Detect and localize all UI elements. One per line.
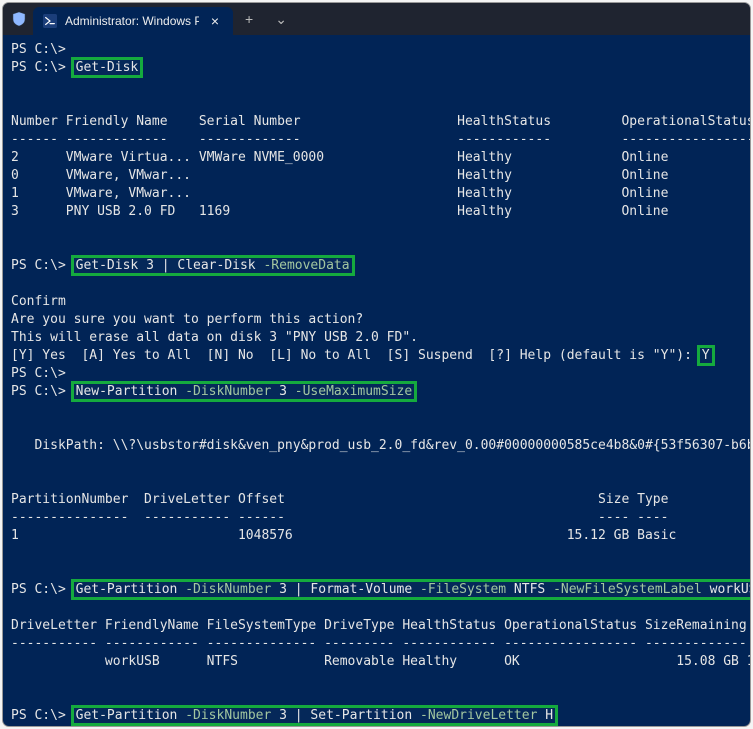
vol-row: workUSB NTFS Removable Healthy OK 15.08 …: [11, 654, 750, 669]
prompt: PS C:\>: [11, 60, 66, 75]
disk-row: 1 VMware, VMwar... Healthy Online: [11, 186, 668, 201]
diskpath-line: DiskPath: \\?\usbstor#disk&ven_pny&prod_…: [11, 438, 750, 453]
disk-row: 2 VMware Virtua... VMWare NVME_0000 Heal…: [11, 150, 668, 165]
cmd-clear-disk: Get-Disk 3 | Clear-Disk -RemoveData: [74, 258, 352, 273]
cmd-new-partition: New-Partition -DiskNumber 3 -UseMaximumS…: [74, 384, 415, 399]
confirm-options: [Y] Yes [A] Yes to All [N] No [L] No to …: [11, 348, 700, 363]
disk-row: 0 VMware, VMwar... Healthy Online: [11, 168, 668, 183]
confirm-answer: Y: [700, 348, 712, 363]
titlebar: Administrator: Windows Powe × + ⌄: [3, 3, 750, 35]
prompt: PS C:\>: [11, 258, 66, 273]
part-table-header: PartitionNumber DriveLetter Offset Size …: [11, 492, 668, 507]
vol-table-sep: ----------- ------------ -------------- …: [11, 636, 747, 651]
prompt: PS C:\>: [11, 366, 66, 381]
tab-title: Administrator: Windows Powe: [65, 14, 199, 28]
part-row: 1 1048576 15.12 GB Basic: [11, 528, 676, 543]
tab-dropdown-button[interactable]: ⌄: [269, 7, 293, 32]
active-tab[interactable]: Administrator: Windows Powe ×: [33, 7, 233, 35]
cmd-set-partition: Get-Partition -DiskNumber 3 | Set-Partit…: [74, 708, 555, 723]
cursor: [74, 725, 81, 726]
confirm-line: Are you sure you want to perform this ac…: [11, 312, 363, 327]
powershell-window: Administrator: Windows Powe × + ⌄ PS C:\…: [3, 3, 750, 726]
disk-table-header: Number Friendly Name Serial Number Healt…: [11, 114, 750, 129]
cmd-get-disk: Get-Disk: [74, 60, 141, 75]
disk-row: 3 PNY USB 2.0 FD 1169 Healthy Online: [11, 204, 668, 219]
vol-table-header: DriveLetter FriendlyName FileSystemType …: [11, 618, 747, 633]
prompt: PS C:\>: [11, 708, 66, 723]
tab-close-button[interactable]: ×: [207, 12, 223, 30]
prompt: PS C:\>: [11, 384, 66, 399]
part-table-sep: --------------- ----------- ------ ---- …: [11, 510, 668, 525]
confirm-line: This will erase all data on disk 3 "PNY …: [11, 330, 418, 345]
disk-table-sep: ------ ------------- ------------- -----…: [11, 132, 750, 147]
terminal-output[interactable]: PS C:\> PS C:\> Get-Disk Number Friendly…: [3, 35, 750, 726]
cmd-format-volume: Get-Partition -DiskNumber 3 | Format-Vol…: [74, 582, 750, 597]
prompt: PS C:\>: [11, 42, 66, 57]
powershell-icon: [43, 14, 57, 28]
shield-icon: [11, 11, 27, 27]
new-tab-button[interactable]: +: [239, 7, 259, 31]
confirm-title: Confirm: [11, 294, 66, 309]
prompt: PS C:\>: [11, 582, 66, 597]
